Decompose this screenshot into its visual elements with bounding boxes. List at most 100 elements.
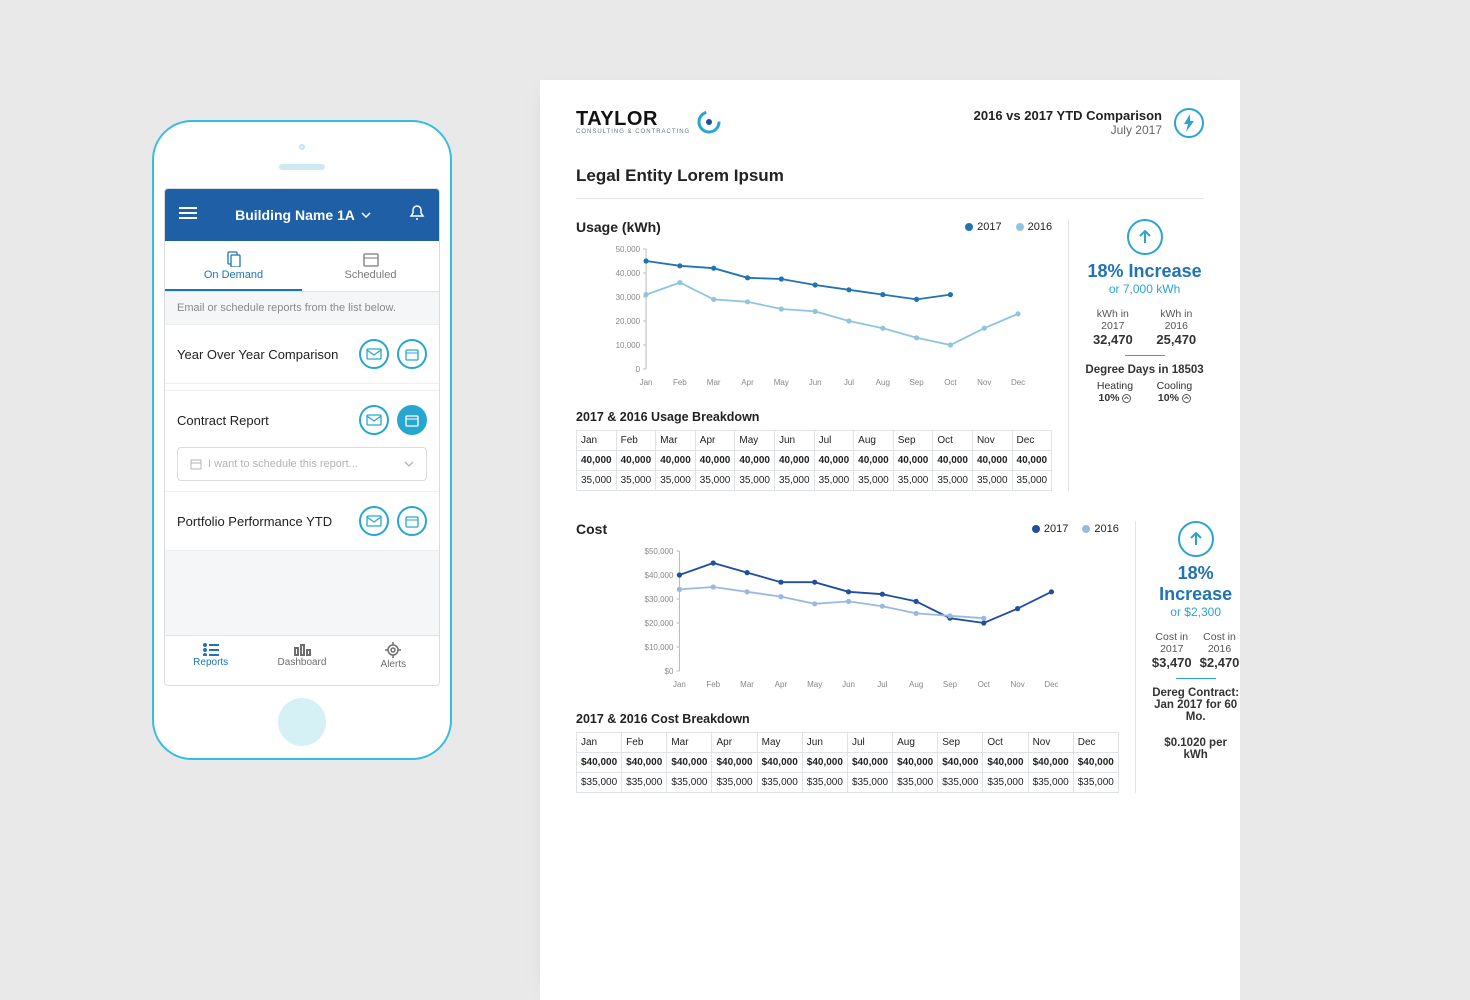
svg-text:$10,000: $10,000 [645, 643, 674, 652]
arrow-up-icon [1127, 219, 1163, 255]
email-button[interactable] [359, 339, 389, 369]
chevron-down-icon [361, 212, 371, 218]
gear-icon [385, 642, 401, 658]
report-page: TAYLOR CONSULTING & CONTRACTING 2016 vs … [540, 80, 1240, 1000]
report-label: Contract Report [177, 413, 269, 428]
nav-dashboard[interactable]: Dashboard [256, 636, 347, 685]
svg-text:Sep: Sep [909, 378, 924, 387]
svg-text:May: May [774, 378, 789, 387]
schedule-button[interactable] [397, 506, 427, 536]
home-button[interactable] [278, 698, 326, 746]
bar-chart-icon [293, 642, 311, 656]
schedule-dropdown[interactable]: I want to schedule this report... [177, 447, 427, 481]
legend-2017: 2017 [977, 221, 1001, 233]
cost-table: JanFebMarAprMayJunJulAugSepOctNovDec$40,… [576, 732, 1119, 793]
cost-breakdown-title: 2017 & 2016 Cost Breakdown [576, 712, 1119, 726]
svg-text:Sep: Sep [943, 680, 958, 689]
svg-text:Oct: Oct [944, 378, 957, 387]
schedule-button-active[interactable] [397, 405, 427, 435]
svg-text:Jan: Jan [673, 680, 686, 689]
usage-table: JanFebMarAprMayJunJulAugSepOctNovDec40,0… [576, 430, 1052, 491]
legend-2016: 2016 [1094, 523, 1118, 535]
brand-sub: CONSULTING & CONTRACTING [576, 129, 690, 135]
legend-2017: 2017 [1044, 523, 1068, 535]
usage-breakdown-title: 2017 & 2016 Usage Breakdown [576, 410, 1052, 424]
nav-alerts-label: Alerts [381, 659, 407, 670]
usage-metric-sub: or 7,000 kWh [1085, 282, 1204, 296]
phone-screen: Building Name 1A On Demand Scheduled Ema… [164, 188, 440, 686]
cost-chart: $0$10,000$20,000$30,000$40,000$50,000Jan… [576, 543, 1119, 693]
kwh-2016-label: kWh in 2016 [1149, 308, 1204, 332]
schedule-placeholder: I want to schedule this report... [208, 458, 358, 470]
svg-text:Jul: Jul [877, 680, 887, 689]
cost-metric-main: 18% Increase [1152, 563, 1240, 605]
cost-metric-sub: or $2,300 [1152, 605, 1240, 619]
report-label: Portfolio Performance YTD [177, 514, 332, 529]
bottom-nav: Reports Dashboard Alerts [165, 635, 439, 685]
cooling-pct: 10% [1158, 392, 1179, 404]
arrow-up-small-icon [1182, 394, 1191, 403]
svg-text:$50,000: $50,000 [645, 547, 674, 556]
calendar-icon [190, 458, 202, 470]
email-button[interactable] [359, 506, 389, 536]
cost-metrics: 18% Increase or $2,300 Cost in 2017$3,47… [1135, 521, 1240, 793]
schedule-button[interactable] [397, 339, 427, 369]
svg-text:40,000: 40,000 [616, 269, 641, 278]
logo-mark-icon [696, 109, 722, 135]
usage-title: Usage (kWh) [576, 219, 661, 235]
nav-reports[interactable]: Reports [165, 636, 256, 685]
svg-text:Mar: Mar [740, 680, 754, 689]
nav-alerts[interactable]: Alerts [348, 636, 439, 685]
legend-2016: 2016 [1028, 221, 1052, 233]
svg-text:Apr: Apr [741, 378, 754, 387]
usage-metric-main: 18% Increase [1085, 261, 1204, 282]
app-bar: Building Name 1A [165, 189, 439, 241]
kwh-2016-value: 25,470 [1149, 332, 1204, 347]
helper-text: Email or schedule reports from the list … [165, 292, 439, 324]
brand-logo: TAYLOR CONSULTING & CONTRACTING [576, 108, 722, 135]
tab-scheduled-label: Scheduled [345, 269, 397, 281]
usage-chart: 010,00020,00030,00040,00050,000JanFebMar… [576, 241, 1052, 391]
report-header-right: 2016 vs 2017 YTD Comparison July 2017 [974, 108, 1204, 138]
dereg-contract: Dereg Contract: Jan 2017 for 60 Mo. [1152, 687, 1240, 723]
svg-text:Jan: Jan [640, 378, 653, 387]
svg-text:Aug: Aug [876, 378, 890, 387]
arrow-up-icon [1178, 521, 1214, 557]
calendar-icon [363, 251, 379, 267]
svg-text:Jun: Jun [809, 378, 822, 387]
svg-text:Feb: Feb [706, 680, 720, 689]
report-row-contract: Contract Report [165, 390, 439, 449]
app-title-text: Building Name 1A [235, 207, 355, 223]
bell-icon[interactable] [409, 204, 425, 227]
svg-text:0: 0 [636, 365, 641, 374]
brand-name: TAYLOR [576, 108, 690, 131]
report-title: 2016 vs 2017 YTD Comparison [974, 108, 1162, 123]
kwh-2017-value: 32,470 [1085, 332, 1140, 347]
svg-text:Oct: Oct [978, 680, 991, 689]
svg-text:$0: $0 [665, 667, 674, 676]
documents-icon [226, 251, 242, 267]
svg-text:$40,000: $40,000 [645, 571, 674, 580]
email-button[interactable] [359, 405, 389, 435]
app-title[interactable]: Building Name 1A [235, 207, 371, 223]
report-label: Year Over Year Comparison [177, 347, 338, 362]
svg-text:Feb: Feb [673, 378, 687, 387]
svg-text:30,000: 30,000 [616, 293, 641, 302]
cost-2016-value: $2,470 [1200, 655, 1240, 670]
svg-text:50,000: 50,000 [616, 245, 641, 254]
divider [576, 198, 1204, 199]
svg-text:Apr: Apr [775, 680, 788, 689]
usage-section: Usage (kWh) 2017 2016 010,00020,00030,00… [576, 219, 1204, 491]
menu-icon[interactable] [179, 206, 197, 225]
report-row-portfolio: Portfolio Performance YTD [165, 491, 439, 551]
cost-title: Cost [576, 521, 607, 537]
tab-scheduled[interactable]: Scheduled [302, 241, 439, 291]
svg-text:Mar: Mar [707, 378, 721, 387]
tab-on-demand[interactable]: On Demand [165, 241, 302, 291]
bolt-icon [1174, 108, 1204, 138]
cost-section: Cost 2017 2016 $0$10,000$20,000$30,000$4… [576, 521, 1204, 793]
degree-days: Degree Days in 18503 [1085, 364, 1204, 376]
svg-text:$30,000: $30,000 [645, 595, 674, 604]
svg-text:Aug: Aug [909, 680, 923, 689]
cost-legend: 2017 2016 [1032, 523, 1119, 535]
